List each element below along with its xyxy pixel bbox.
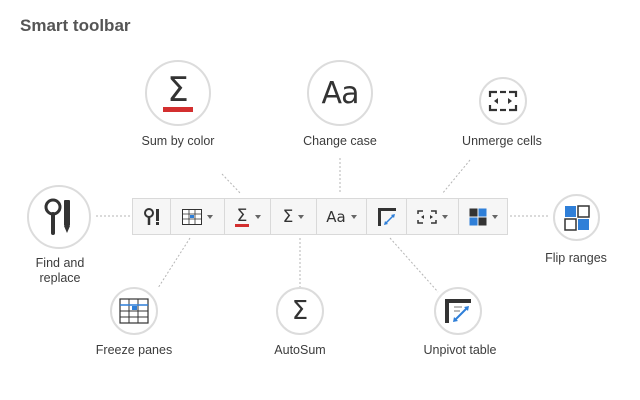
find-and-replace-feature: [27, 185, 91, 249]
sum-by-color-icon: Σ: [235, 206, 249, 227]
change-case-icon: Aa: [326, 207, 346, 226]
sum-by-color-icon: Σ: [163, 71, 193, 112]
toolbar-freeze-panes-button[interactable]: [171, 199, 225, 234]
unmerge-cells-feature: [479, 77, 527, 125]
autosum-label: AutoSum: [274, 343, 326, 357]
autosum-icon: Σ: [291, 296, 309, 326]
chevron-down-icon: [491, 214, 498, 219]
unmerge-cells-label: Unmerge cells: [462, 134, 542, 148]
unpivot-table-feature: [434, 287, 482, 335]
change-case-icon: Aa: [321, 75, 360, 111]
flip-ranges-feature: [553, 194, 600, 241]
chevron-down-icon: [442, 214, 448, 219]
toolbar-flip-ranges-button[interactable]: [459, 199, 507, 234]
toolbar-sum-by-color-button[interactable]: Σ: [225, 199, 271, 234]
toolbar-find-replace-button[interactable]: [133, 199, 171, 234]
flip-ranges-label: Flip ranges: [545, 251, 607, 265]
freeze-panes-icon: [182, 208, 202, 225]
toolbar-unpivot-table-button[interactable]: [367, 199, 407, 234]
sum-by-color-feature: Σ: [145, 60, 211, 126]
chevron-down-icon: [350, 214, 357, 219]
find-replace-icon: [143, 207, 159, 225]
find-and-replace-line2: replace: [39, 271, 81, 285]
unpivot-table-icon: [445, 299, 471, 323]
chevron-down-icon: [298, 214, 305, 219]
unpivot-table-icon: [377, 207, 396, 226]
svg-text:Σ: Σ: [237, 206, 248, 226]
unmerge-cells-icon: [417, 209, 437, 224]
chevron-down-icon: [255, 214, 261, 219]
toolbar-unmerge-cells-button[interactable]: [407, 199, 459, 234]
freeze-panes-label: Freeze panes: [95, 343, 173, 357]
autosum-icon: Σ: [282, 206, 294, 227]
freeze-panes-feature: [110, 287, 158, 335]
toolbar-change-case-button[interactable]: Aa: [317, 199, 367, 234]
toolbar-autosum-button[interactable]: Σ: [271, 199, 317, 234]
autosum-feature: Σ: [276, 287, 324, 335]
change-case-label: Change case: [303, 134, 377, 148]
find-and-replace-line1: Find and: [35, 256, 85, 270]
chevron-down-icon: [207, 214, 213, 219]
freeze-panes-icon: [119, 298, 149, 324]
flip-ranges-icon: [563, 204, 590, 231]
change-case-feature: Aa: [307, 60, 373, 126]
smart-toolbar: Σ Σ Aa: [132, 198, 508, 235]
svg-text:Σ: Σ: [167, 71, 188, 110]
unmerge-cells-icon: [488, 90, 518, 112]
find-and-replace-label: Find and replace: [20, 256, 100, 286]
unpivot-table-label: Unpivot table: [423, 343, 497, 357]
find-replace-icon: [44, 198, 70, 235]
sum-by-color-label: Sum by color: [141, 134, 215, 148]
flip-ranges-icon: [469, 208, 486, 225]
